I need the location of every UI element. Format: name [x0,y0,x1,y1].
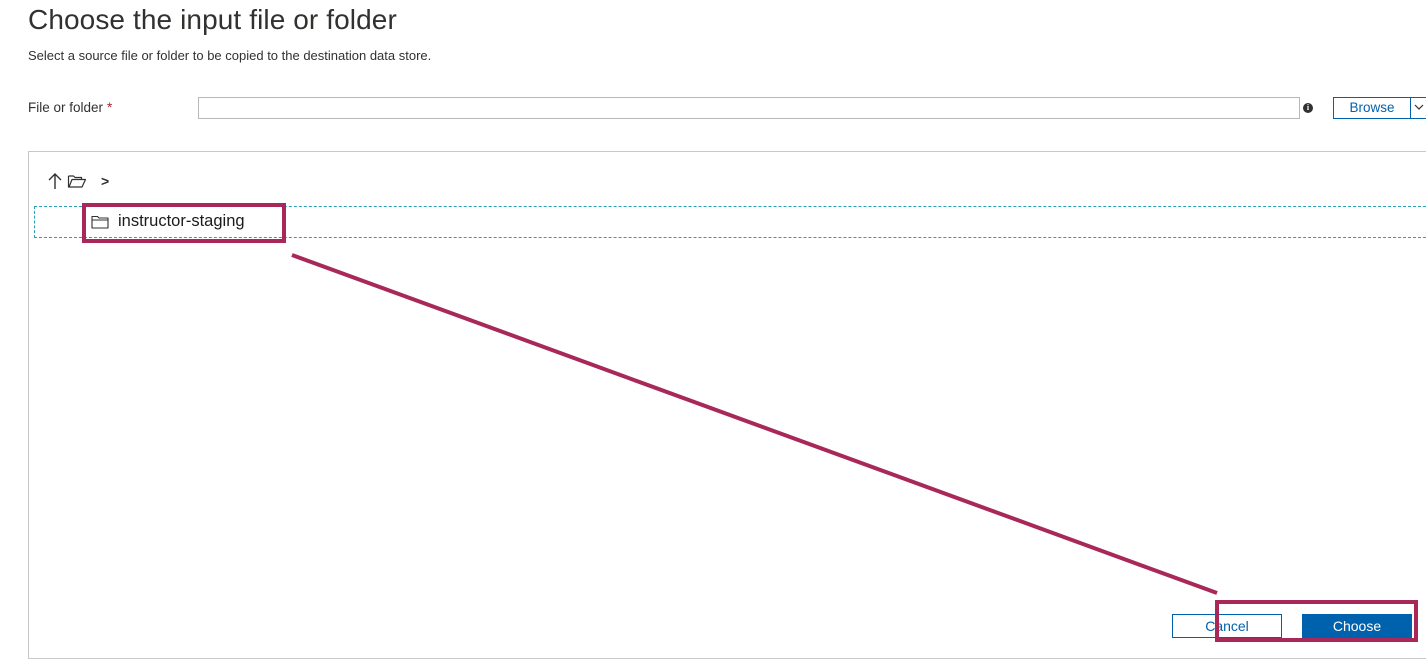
browser-nav-bar: > [47,172,109,190]
chevron-down-icon [1414,104,1424,110]
folder-name: instructor-staging [118,212,245,230]
folder-list-item[interactable]: instructor-staging [34,206,1426,238]
file-or-folder-label: File or folder * [28,100,112,115]
file-or-folder-input[interactable] [198,97,1300,119]
folder-icon [91,215,109,229]
browse-button[interactable]: Browse [1333,97,1411,119]
folder-open-icon[interactable] [67,172,87,190]
file-or-folder-label-text: File or folder [28,100,104,115]
page-title: Choose the input file or folder [28,4,397,35]
info-icon[interactable]: i [1303,103,1313,113]
required-indicator: * [107,100,113,115]
breadcrumb-separator[interactable]: > [101,172,109,190]
page-subtitle: Select a source file or folder to be cop… [28,48,432,63]
browse-dropdown-button[interactable] [1410,97,1426,119]
cancel-button[interactable]: Cancel [1172,614,1282,638]
choose-button[interactable]: Choose [1302,614,1412,638]
arrow-up-icon[interactable] [47,172,63,190]
file-browser-panel: > instructor-staging [28,151,1426,659]
